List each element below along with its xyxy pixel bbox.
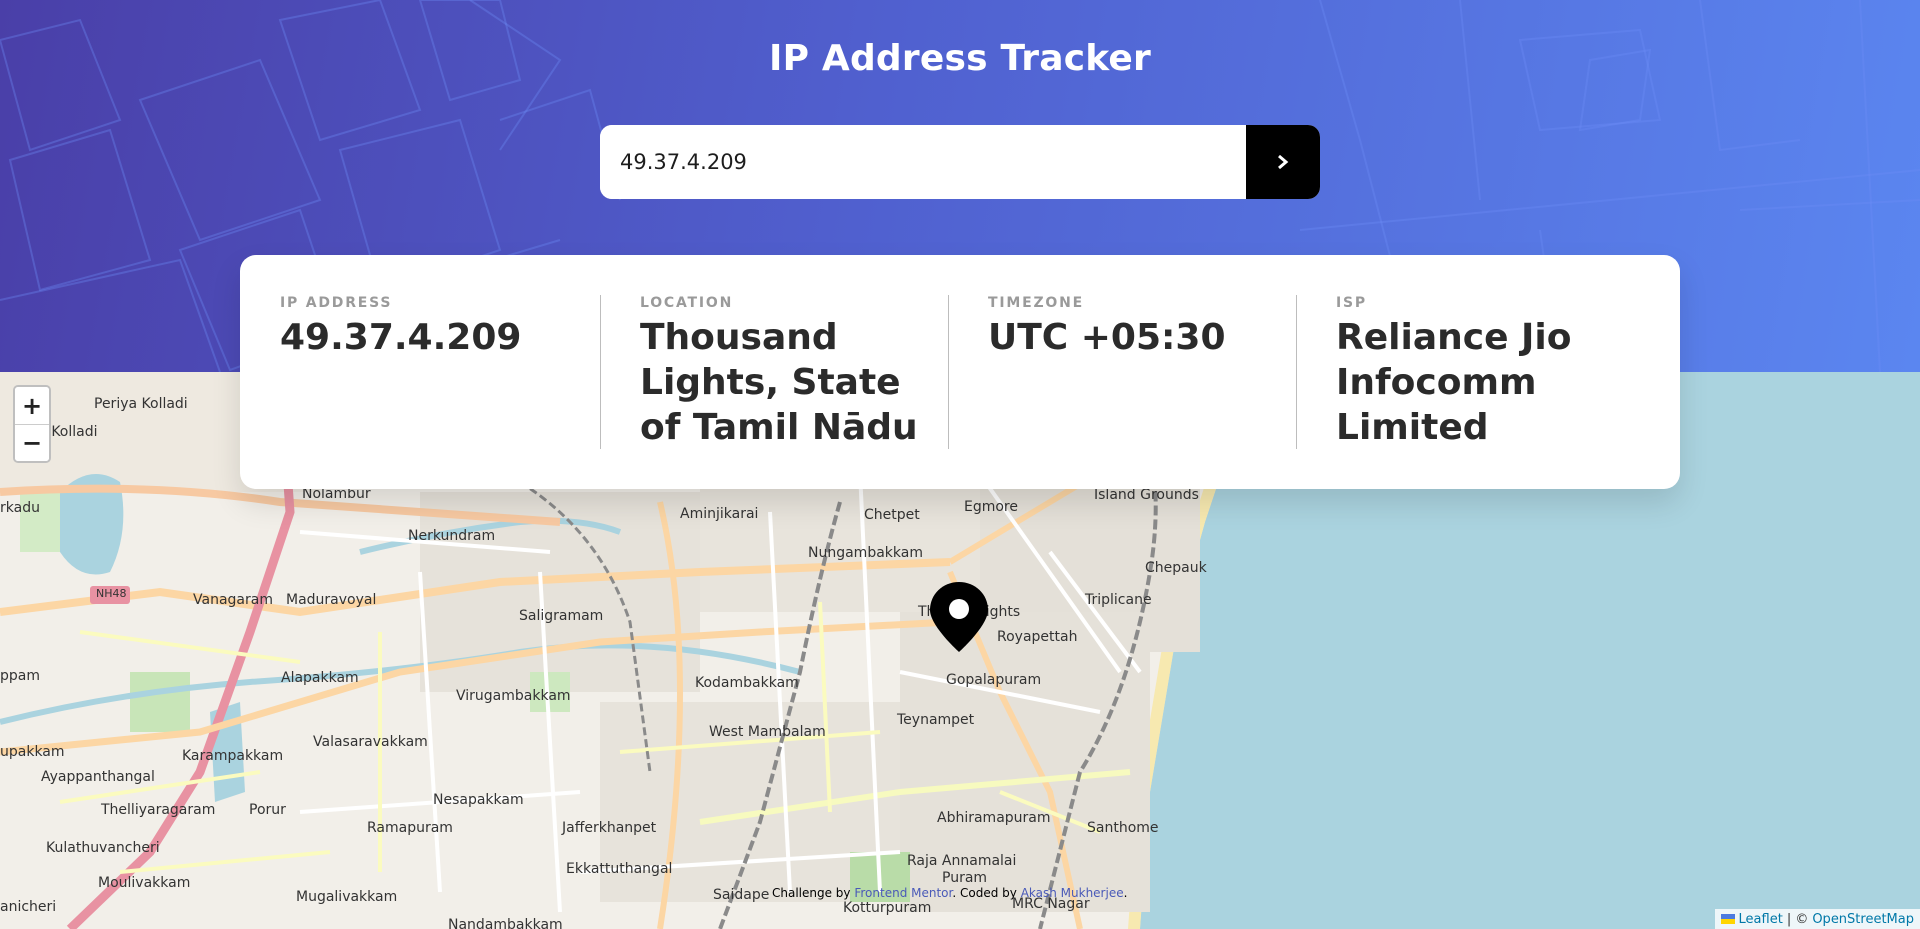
timezone-section: TIMEZONE UTC +05:30 xyxy=(948,295,1296,489)
map-label: Maduravoyal xyxy=(286,592,377,608)
map-label: Nesapakkam xyxy=(433,792,524,808)
coded-by-text: . Coded by xyxy=(952,886,1017,900)
map-label: Abhiramapuram xyxy=(937,810,1051,826)
map-label: Saidape xyxy=(713,887,770,903)
map-label: Valasaravakkam xyxy=(313,734,428,750)
map-label: anicheri xyxy=(0,899,57,915)
road-shield: NH48 xyxy=(96,587,127,600)
map-label: Nerkundram xyxy=(408,528,496,544)
chevron-right-icon xyxy=(1278,154,1289,170)
map-label: Teynampet xyxy=(897,712,975,728)
map-label: ppam xyxy=(0,668,40,684)
location-pin-icon[interactable] xyxy=(930,582,988,652)
map-label: Ayappanthangal xyxy=(41,769,155,785)
search-submit-button[interactable] xyxy=(1246,125,1320,199)
map-label: Ramapuram xyxy=(367,820,453,836)
zoom-out-button[interactable]: − xyxy=(15,424,49,461)
map-label: Nandambakkam xyxy=(448,917,563,929)
isp-section: ISP Reliance Jio Infocomm Limited xyxy=(1296,295,1636,489)
isp-value: Reliance Jio Infocomm Limited xyxy=(1336,317,1572,448)
ip-address-section: IP ADDRESS 49.37.4.209 xyxy=(280,295,600,489)
map-label: Saligramam xyxy=(519,608,604,624)
map-label: Alapakkam xyxy=(281,670,359,686)
map-label: Triplicane xyxy=(1085,592,1152,608)
map-label: rkadu xyxy=(0,500,40,516)
map-label: Kodambakkam xyxy=(695,675,799,691)
map-label: Royapettah xyxy=(997,629,1078,645)
ip-address-label: IP ADDRESS xyxy=(280,295,393,311)
isp-label: ISP xyxy=(1336,295,1367,311)
ip-search-form xyxy=(600,125,1320,199)
map-label: Virugambakkam xyxy=(456,688,571,704)
timezone-label: TIMEZONE xyxy=(988,295,1084,311)
map-label: Kulathuvancheri xyxy=(46,840,160,856)
ip-info-card: IP ADDRESS 49.37.4.209 LOCATION Thousand… xyxy=(240,255,1680,489)
location-label: LOCATION xyxy=(640,295,734,311)
map-label: upakkam xyxy=(0,744,65,760)
map-label: Thelliyaragaram xyxy=(101,802,216,818)
ip-search-input[interactable] xyxy=(600,125,1246,199)
author-link[interactable]: Akash Mukherjee xyxy=(1021,886,1124,900)
page-title: IP Address Tracker xyxy=(768,38,1151,79)
map-label: Karampakkam xyxy=(182,748,284,764)
leaflet-link[interactable]: Leaflet xyxy=(1739,912,1783,927)
location-section: LOCATION Thousand Lights, State of Tamil… xyxy=(600,295,948,489)
zoom-in-button[interactable]: + xyxy=(15,387,49,424)
ukraine-flag-icon xyxy=(1720,914,1735,924)
map-label: Gopalapuram xyxy=(946,672,1042,688)
map-label: Nungambakkam xyxy=(808,545,923,561)
footer-attribution: Challenge by Frontend Mentor. Coded by A… xyxy=(772,886,1127,900)
ip-address-value: 49.37.4.209 xyxy=(280,317,522,358)
map-label: Jafferkhanpet xyxy=(562,820,657,836)
map-label: Chetpet xyxy=(864,507,920,523)
map-label: Chepauk xyxy=(1145,560,1207,576)
leaflet-attribution: Leaflet | © OpenStreetMap xyxy=(1714,909,1920,929)
map-label: Egmore xyxy=(964,499,1018,515)
map-label: Moulivakkam xyxy=(98,875,191,891)
period-text: . xyxy=(1123,886,1128,900)
timezone-value: UTC +05:30 xyxy=(988,317,1226,358)
map-label: Santhome xyxy=(1087,820,1159,836)
map-label: Aminjikarai xyxy=(680,506,759,522)
map-label: Mugalivakkam xyxy=(296,889,398,905)
map-zoom-control: + − xyxy=(13,385,51,463)
map-label: Puram xyxy=(942,870,988,886)
attribution-separator: | © xyxy=(1786,911,1809,927)
openstreetmap-link[interactable]: OpenStreetMap xyxy=(1812,912,1914,927)
map-label: Porur xyxy=(249,802,286,818)
map-label: Vanagaram xyxy=(193,592,273,608)
challenge-by-text: Challenge by xyxy=(772,886,851,900)
map-label: Periya Kolladi xyxy=(94,396,188,412)
map-label: Raja Annamalai xyxy=(907,853,1017,869)
map-label: Ekkattuthangal xyxy=(566,861,673,877)
map-label: Kotturpuram xyxy=(843,900,932,916)
map-label: Island Grounds xyxy=(1094,487,1199,503)
map-label: West Mambalam xyxy=(709,724,826,740)
frontend-mentor-link[interactable]: Frontend Mentor xyxy=(854,886,952,900)
location-value: Thousand Lights, State of Tamil Nādu xyxy=(640,317,918,448)
